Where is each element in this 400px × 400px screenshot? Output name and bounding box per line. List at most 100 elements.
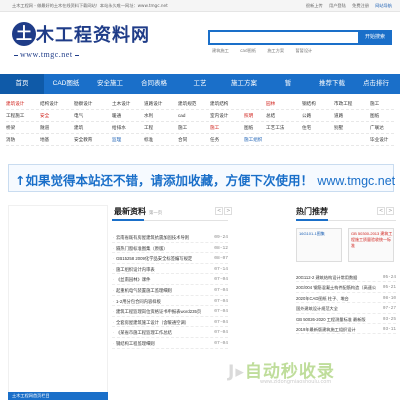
category-link[interactable]: 别墅 <box>334 125 343 131</box>
category-link[interactable]: 工程 <box>144 125 153 131</box>
prev-arrow-icon[interactable]: < <box>215 207 224 215</box>
category-link[interactable]: cad <box>178 113 185 118</box>
search-input[interactable] <box>208 30 358 45</box>
list-item[interactable]: 隔热门窗标准图集（原版） 08-12 <box>112 243 228 254</box>
category-link[interactable]: 消防 <box>6 137 15 143</box>
category-link[interactable]: 施工组织 <box>244 137 262 143</box>
site-logo[interactable]: 土 木工程资料网 www.tmgc.net <box>10 16 149 62</box>
thumbnail[interactable]: GB 50300-2013 建筑工程施工质量验收统一标准 <box>348 228 394 262</box>
list-item[interactable]: 起重机电气装置施工监理细则 07-04 <box>112 285 228 296</box>
category-link[interactable]: 建筑结构 <box>210 101 228 107</box>
list-item[interactable]: 施工组织设计内审表 07-14 <box>112 264 228 275</box>
category-link[interactable]: 土木设计 <box>112 101 130 107</box>
category-link[interactable]: 园林 <box>266 101 275 107</box>
search-button[interactable]: 开始搜索 <box>358 30 392 45</box>
nav-cad[interactable]: CAD图纸 <box>44 74 88 94</box>
category-link[interactable]: 工艺工法 <box>266 125 284 131</box>
category-link[interactable]: 总结 <box>266 113 275 119</box>
category-link[interactable]: 室内设计 <box>210 113 228 119</box>
list-item[interactable]: 全套房屋建筑施工设计（含暖通空调） 07-04 <box>112 317 228 328</box>
category-link[interactable]: 钢结构 <box>302 101 316 107</box>
list-item[interactable]: 建筑工程监理岗位资格证书申报表word235页 07-04 <box>112 306 228 317</box>
category-link[interactable]: 标准 <box>144 137 153 143</box>
list-item[interactable]: GB 50026-2020 工程测量标准 最新版 03-25 <box>296 314 396 324</box>
item-title[interactable]: 隔热门窗标准图集（原版） <box>113 246 168 252</box>
next-arrow-icon[interactable]: > <box>224 207 233 215</box>
category-link[interactable]: 工程施工 <box>6 113 24 119</box>
list-item[interactable]: 2020年CAD图纸 柱子、墩台 08-10 <box>296 293 396 304</box>
category-link[interactable]: 给排水 <box>112 125 126 131</box>
category-link[interactable]: 公路 <box>302 113 311 119</box>
category-link[interactable]: 合同 <box>178 137 187 143</box>
link-site-nav[interactable]: 网站导航 <box>375 3 392 8</box>
item-title[interactable]: 20G/004 钢筋混凝土构件配筋构造（高速公 <box>296 285 376 291</box>
link-latest[interactable]: 很新上传 <box>306 3 323 8</box>
category-link[interactable]: 建筑规范 <box>178 101 196 107</box>
category-link[interactable]: 广联达 <box>370 125 384 131</box>
category-link[interactable]: 水利 <box>144 113 153 119</box>
list-item[interactable]: 《丝南园林》课件 07-04 <box>112 274 228 285</box>
item-title[interactable]: 《丝南园林》课件 <box>113 277 150 283</box>
category-link[interactable]: 毕业设计 <box>370 137 388 143</box>
nav-home[interactable]: 首页 <box>0 74 44 94</box>
nav-contracts[interactable]: 合同表格 <box>132 74 176 94</box>
item-title[interactable]: 2019年最新版建筑施工组织设计 <box>296 327 356 333</box>
nav-ranking[interactable]: 点击排行 <box>354 74 398 94</box>
item-title[interactable]: 钢结构工程监理细则 <box>113 341 155 347</box>
list-item[interactable]: 20G112-2 建筑结构设计常用数据 05-24 <box>296 272 396 283</box>
category-link[interactable]: 电气 <box>74 113 83 119</box>
link-register[interactable]: 免费注册 <box>352 3 369 8</box>
category-link[interactable]: 地基 <box>40 137 49 143</box>
next-arrow-icon[interactable]: > <box>386 207 395 215</box>
list-item[interactable]: 1-2用分包合同内容样板 07-04 <box>112 296 228 307</box>
category-link[interactable]: 建筑 <box>74 125 83 131</box>
category-link[interactable]: 照明 <box>244 113 253 119</box>
nav-safety[interactable]: 安全施工 <box>88 74 132 94</box>
category-link[interactable]: 住宅 <box>302 125 311 131</box>
item-title[interactable]: 2020年CAD图纸 柱子、墩台 <box>296 296 349 302</box>
thumbnail[interactable]: 16G101-1图集 <box>296 228 342 262</box>
category-link[interactable]: 监理 <box>112 137 121 143</box>
item-title[interactable]: GB15258 2009化学品安全标签编写规定 <box>113 256 192 262</box>
category-link[interactable]: 建筑设计 <box>6 101 24 107</box>
category-link[interactable]: 图纸 <box>370 113 379 119</box>
category-link[interactable]: 勘察设计 <box>74 101 92 107</box>
nav-temp[interactable]: 暂 <box>266 74 310 94</box>
list-item[interactable]: 国外建筑设计规范大全 07-27 <box>296 303 396 314</box>
nav-process[interactable]: 工艺 <box>178 74 222 94</box>
category-link[interactable]: 安全教育 <box>74 137 92 143</box>
nav-plans[interactable]: 施工方案 <box>222 74 266 94</box>
hot-word[interactable]: cad图纸 <box>240 48 256 53</box>
category-link[interactable]: 任务 <box>210 137 219 143</box>
item-title[interactable]: 建筑工程监理岗位资格证书申报表word235页 <box>113 309 201 315</box>
category-link[interactable]: 隧道 <box>40 125 49 131</box>
category-link[interactable]: 结构设计 <box>40 101 58 107</box>
category-link[interactable]: 道路 <box>334 113 343 119</box>
category-link[interactable]: 道路设计 <box>144 101 162 107</box>
category-link[interactable]: 施工 <box>178 125 187 131</box>
list-item[interactable]: 云南省既有房屋建筑抗震加固技术导则 09-24 <box>112 232 228 243</box>
category-link[interactable]: 暖通 <box>112 113 121 119</box>
item-title[interactable]: 施工组织设计内审表 <box>113 267 155 273</box>
list-item[interactable]: 《某省市施工程监理工作总结 07-04 <box>112 327 228 338</box>
item-title[interactable]: 1-2用分包合同内容样板 <box>113 299 161 305</box>
list-item[interactable]: 钢结构工程监理细则 07-04 <box>112 338 228 349</box>
left-column-footer[interactable]: 土木工程网首页栏目 <box>8 392 108 400</box>
list-item[interactable]: 20G/004 钢筋混凝土构件配筋构造（高速公 05-21 <box>296 282 396 293</box>
item-title[interactable]: 云南省既有房屋建筑抗震加固技术导则 <box>113 235 189 241</box>
item-title[interactable]: 国外建筑设计规范大全 <box>296 306 338 312</box>
list-item[interactable]: GB15258 2009化学品安全标签编写规定 08-07 <box>112 253 228 264</box>
hot-word[interactable]: 暂暂设计 <box>295 48 312 53</box>
category-link[interactable]: 市政工程 <box>334 101 352 107</box>
link-login[interactable]: 用户登陆 <box>329 3 346 8</box>
prev-arrow-icon[interactable]: < <box>377 207 386 215</box>
category-link[interactable]: 施工 <box>210 125 219 131</box>
banner-url[interactable]: www.tmgc.net <box>317 174 395 188</box>
category-link[interactable]: 安全 <box>40 113 49 119</box>
category-link[interactable]: 图纸 <box>244 125 253 131</box>
category-link[interactable]: 施工 <box>370 101 379 107</box>
item-title[interactable]: 20G112-2 建筑结构设计常用数据 <box>296 275 357 281</box>
hot-word[interactable]: 施工方案 <box>267 48 284 53</box>
item-title[interactable]: 《某省市施工程监理工作总结 <box>113 330 172 336</box>
hot-word[interactable]: 建筑施工 <box>212 48 229 53</box>
